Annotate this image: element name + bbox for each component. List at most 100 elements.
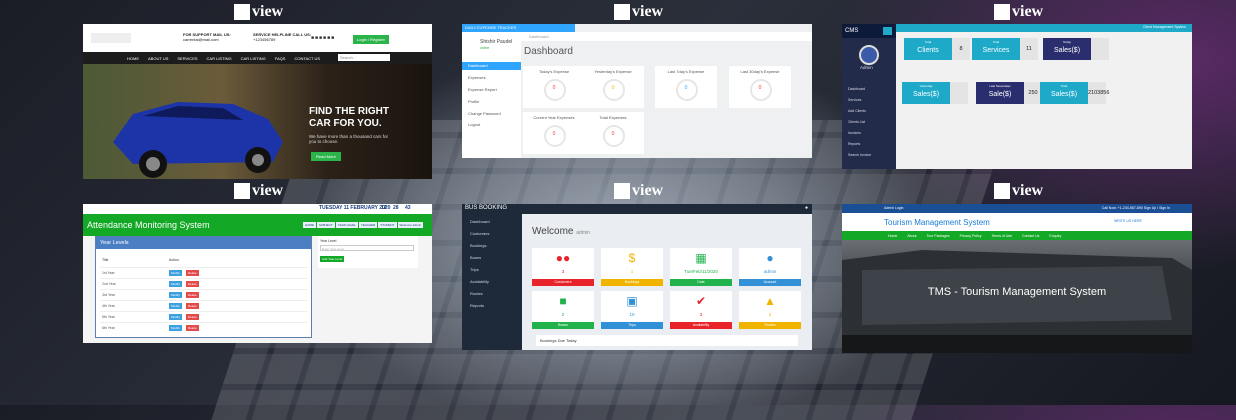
att-nav-item[interactable]: Welcome Admin (397, 222, 424, 228)
expense-card[interactable]: Yesterday's Expense 0 (582, 66, 644, 108)
car-nav-item[interactable]: ABOUT US (148, 56, 168, 61)
tms-nav-item[interactable]: Terms of Use (991, 234, 1012, 238)
att-nav-item[interactable]: TEACHER (359, 222, 378, 228)
car-nav-item[interactable]: CAR LISTING (241, 56, 266, 61)
expense-menu-item[interactable]: Expenses (468, 75, 486, 80)
tms-nav-item[interactable]: Privacy Policy (960, 234, 982, 238)
view-label-1[interactable]: view (234, 3, 283, 21)
tms-write-us[interactable]: WRITE US HERE (1114, 219, 1142, 223)
tms-nav-item[interactable]: Home (888, 234, 897, 238)
bus-card[interactable]: ■ 2 Buses (532, 291, 594, 329)
car-nav-item[interactable]: HOME (127, 56, 139, 61)
modify-button[interactable]: Modify (169, 270, 182, 276)
expense-card[interactable]: Last 7day's Expense 0 (655, 66, 717, 108)
bus-menu-item[interactable]: Bookings (470, 243, 486, 248)
car-nav-item[interactable]: CONTACT US (294, 56, 320, 61)
bus-card[interactable]: ▲ 2 Routes (739, 291, 801, 329)
modify-button[interactable]: Modify (169, 281, 182, 287)
bus-card[interactable]: ▣ 10 Trips (601, 291, 663, 329)
bus-menu-item[interactable]: Dashboard (470, 219, 490, 224)
expense-menu-item[interactable]: Logout (468, 122, 480, 127)
cms-menu-item[interactable]: Search Invoice (848, 153, 871, 157)
car-login-button[interactable]: Login / Register (353, 35, 390, 44)
modify-button[interactable]: Modify (169, 292, 182, 298)
delete-button[interactable]: Delete (186, 281, 199, 287)
att-nav-item[interactable]: SUBJECT (317, 222, 335, 228)
view-label-5[interactable]: view (614, 182, 663, 200)
cms-menu-item[interactable]: Services (848, 98, 861, 102)
bus-card[interactable]: ▦ Tue/Feb/11/2020 Date (670, 248, 732, 286)
modify-button[interactable]: Modify (169, 303, 182, 309)
bus-menu-item[interactable]: Availability (470, 279, 489, 284)
expense-breadcrumb[interactable]: Dashboard (521, 32, 812, 41)
view-label-6[interactable]: view (994, 182, 1043, 200)
tms-nav-item[interactable]: Contact Us (1022, 234, 1039, 238)
bus-card[interactable]: $1 Bookings (601, 248, 663, 286)
expense-menu-item[interactable]: Profile (468, 99, 479, 104)
view-label-2[interactable]: view (614, 3, 663, 21)
expense-card[interactable]: Last 30day's Expense 0 (729, 66, 791, 108)
bus-card[interactable]: ●● 3 Customers (532, 248, 594, 286)
tms-admin-login[interactable]: Admin Login (884, 206, 903, 210)
tile-car-rental[interactable]: FOR SUPPORT MAIL US: carrental@mail.com S… (83, 24, 432, 179)
cms-menu-item[interactable]: Reports (848, 142, 860, 146)
expense-menu-dashboard[interactable]: Dashboard (462, 62, 521, 70)
cms-stat-value: 8 (952, 38, 970, 60)
bus-menu-item[interactable]: Buses (470, 255, 481, 260)
bus-menu-item[interactable]: Customers (470, 231, 489, 236)
bus-card-label: Trips (601, 322, 663, 329)
expense-card-label: Last 30day's Expense (740, 69, 780, 74)
tms-nav-item[interactable]: Enquiry (1049, 234, 1061, 238)
att-nav-item[interactable]: STUDENT (378, 222, 397, 228)
tile-bus-booking[interactable]: BUS BOOKING ● Dashboard Customers Bookings… (462, 204, 812, 350)
car-nav-item[interactable]: FAQS (275, 56, 286, 61)
expense-menu-item[interactable]: Change Password (468, 111, 501, 116)
expense-menu-item[interactable]: Expense Report (468, 87, 497, 92)
tile-attendance[interactable]: TUESDAY 11 FEBRUARY 2020 12 28 43 Attend… (83, 204, 432, 343)
expense-card-value: 0 (611, 85, 615, 91)
modify-button[interactable]: Modify (169, 314, 182, 320)
view-label-4[interactable]: view (234, 182, 283, 200)
delete-button[interactable]: Delete (186, 314, 199, 320)
bus-user-icon[interactable]: ● (805, 205, 808, 211)
att-add-button[interactable]: Add Year Level (320, 256, 345, 262)
att-side-input[interactable]: Enter Year Level (320, 245, 414, 251)
view-label-3[interactable]: view (994, 3, 1043, 21)
car-read-more-button[interactable]: Read More (311, 152, 341, 161)
delete-button[interactable]: Delete (186, 325, 199, 331)
car-social-icons[interactable]: ■■■■■■ (311, 35, 335, 41)
delete-button[interactable]: Delete (186, 270, 199, 276)
att-nav-item[interactable]: YEAR LEVEL (335, 222, 359, 228)
bus-menu-item[interactable]: Routes (470, 291, 483, 296)
cms-menu-item[interactable]: Invoices (848, 131, 861, 135)
modify-button[interactable]: Modify (169, 325, 182, 331)
delete-button[interactable]: Delete (186, 292, 199, 298)
bus-menu-item[interactable]: Trips (470, 267, 479, 272)
tms-nav-item[interactable]: Tour Packages (927, 234, 950, 238)
tile-cms[interactable]: CMS Admin Dashboard Services Add Clients Cl… (842, 24, 1192, 169)
truck-icon: ■ (559, 294, 567, 308)
car-nav-item[interactable]: CAR LISTING (207, 56, 232, 61)
cms-menu-toggle-icon[interactable] (883, 27, 892, 35)
att-nav-item[interactable]: HOME (303, 222, 316, 228)
car-image (113, 102, 283, 178)
expense-card[interactable]: Today's Expense 0 (523, 66, 585, 108)
cms-menu-item[interactable]: Dashboard (848, 87, 865, 91)
delete-button[interactable]: Delete (186, 303, 199, 309)
tile-expense-tracker[interactable]: DAILY EXPENSE TRACKER Shishir Paudel onl… (462, 24, 812, 158)
expense-card[interactable]: Total Expenses 0 (582, 112, 644, 154)
tms-nav-item[interactable]: About (907, 234, 916, 238)
tms-nav: Home About Tour Packages Privacy Policy Term… (842, 231, 1192, 240)
bus-card[interactable]: ● admin Account (739, 248, 801, 286)
tile-tourism[interactable]: Admin Login Call Now: +1-234-567-890 Sig… (842, 204, 1192, 353)
cms-stat-label: Sale($) (988, 91, 1012, 98)
cms-menu-item[interactable]: Add Clients (848, 109, 866, 113)
car-search-input[interactable]: Search... (338, 54, 390, 61)
expense-card[interactable]: Current Year Expenses 0 (523, 112, 585, 154)
car-nav-item[interactable]: SERVICES (177, 56, 197, 61)
att-date: TUESDAY 11 FEBRUARY 2020 (319, 205, 391, 211)
tms-topbar-right[interactable]: Call Now: +1-234-567-890 Sign Up / Sign … (1102, 206, 1170, 210)
cms-menu-item[interactable]: Clients List (848, 120, 865, 124)
bus-menu-item[interactable]: Reports (470, 303, 484, 308)
bus-card[interactable]: ✔ 3 Availability (670, 291, 732, 329)
